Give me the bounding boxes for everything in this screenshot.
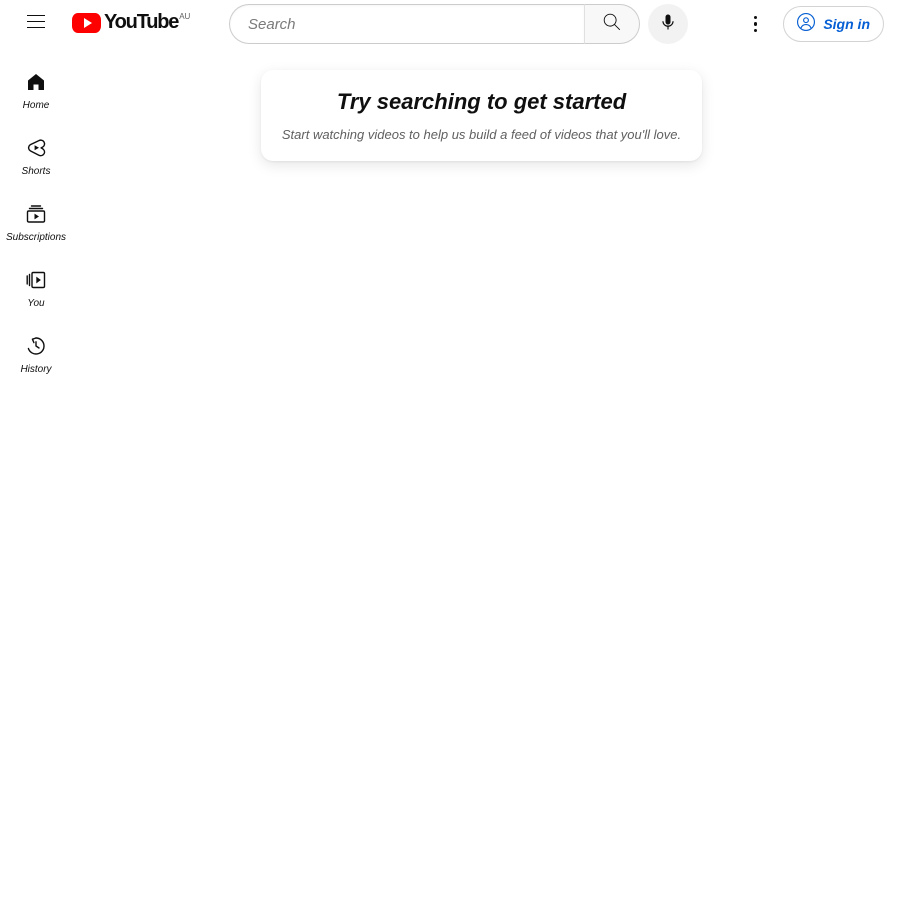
subscriptions-icon bbox=[24, 202, 48, 226]
sidebar-item-home[interactable]: Home bbox=[0, 54, 72, 120]
promo-card-subtitle: Start watching videos to help us build a… bbox=[281, 126, 682, 142]
masthead-header: YouTube AU Search Sign in bbox=[0, 0, 900, 48]
settings-menu-button[interactable] bbox=[735, 4, 775, 44]
shorts-icon bbox=[24, 136, 48, 160]
sign-in-button[interactable]: Sign in bbox=[783, 6, 884, 42]
youtube-play-icon bbox=[72, 13, 101, 33]
sidebar-label-subscriptions: Subscriptions bbox=[5, 232, 67, 243]
account-circle-icon bbox=[795, 11, 817, 38]
kebab-menu-icon bbox=[753, 15, 758, 33]
home-icon bbox=[24, 70, 48, 94]
sidebar-item-you[interactable]: You bbox=[0, 252, 72, 318]
promo-card-title: Try searching to get started bbox=[336, 88, 627, 114]
search-form bbox=[229, 4, 640, 44]
youtube-wordmark: YouTube bbox=[104, 11, 179, 33]
header-start-section: YouTube AU bbox=[0, 4, 210, 44]
voice-search-button[interactable] bbox=[648, 4, 688, 44]
guide-toggle-button[interactable] bbox=[16, 4, 56, 44]
youtube-logo[interactable]: YouTube AU bbox=[72, 12, 190, 36]
you-library-icon bbox=[24, 268, 48, 292]
sign-in-label: Sign in bbox=[823, 16, 870, 32]
search-button[interactable] bbox=[584, 4, 640, 44]
header-end-section: Sign in bbox=[735, 4, 900, 44]
microphone-icon bbox=[658, 12, 678, 37]
try-searching-card: Try searching to get started Start watch… bbox=[261, 70, 702, 161]
sidebar-label-home: Home bbox=[22, 100, 50, 111]
sidebar-item-subscriptions[interactable]: Subscriptions bbox=[0, 186, 72, 252]
sidebar-label-history: History bbox=[20, 364, 52, 375]
history-clock-icon bbox=[24, 334, 48, 358]
sidebar-label-shorts: Shorts bbox=[21, 166, 51, 177]
page-content-area: Try searching to get started Start watch… bbox=[72, 48, 900, 900]
search-icon bbox=[601, 11, 623, 38]
search-input[interactable] bbox=[246, 14, 584, 34]
sidebar-item-shorts[interactable]: Shorts bbox=[0, 120, 72, 186]
search-box[interactable] bbox=[229, 4, 584, 44]
youtube-country-code: AU bbox=[179, 12, 191, 21]
hamburger-menu-icon bbox=[24, 10, 48, 39]
mini-sidebar: Home Shorts Subscriptions You History bbox=[0, 48, 72, 900]
sidebar-label-you: You bbox=[27, 298, 45, 309]
header-center-section bbox=[229, 4, 735, 44]
sidebar-item-history[interactable]: History bbox=[0, 318, 72, 384]
